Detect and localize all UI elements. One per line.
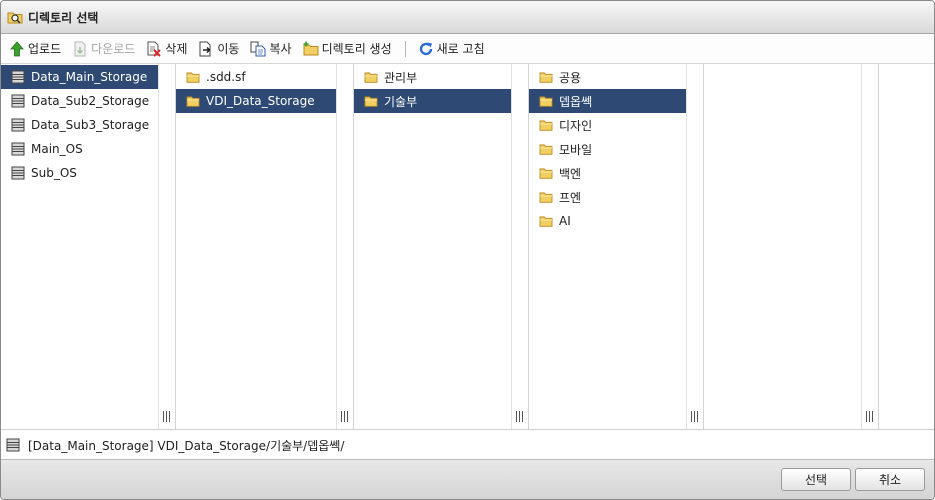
level4-column (704, 64, 879, 429)
level1-folder-list: .sdd.sf VDI_Data_Storage (176, 64, 337, 429)
create-directory-button[interactable]: 디렉토리 생성 (303, 40, 392, 57)
storage-icon (11, 118, 25, 132)
folder-item[interactable]: 뎁옵쎅 (529, 89, 687, 113)
refresh-button[interactable]: 새로 고침 (418, 40, 485, 57)
folder-item[interactable]: 기술부 (354, 89, 512, 113)
level1-column: .sdd.sf VDI_Data_Storage (176, 64, 354, 429)
folder-icon (186, 70, 200, 84)
storage-item[interactable]: Sub_OS (1, 161, 159, 185)
storage-icon (11, 94, 25, 108)
folder-label: 백엔 (559, 166, 582, 181)
folder-icon (539, 142, 553, 156)
folder-item[interactable]: 관리부 (354, 65, 512, 89)
refresh-label: 새로 고침 (436, 42, 485, 56)
toolbar: 업로드 다운로드 삭제 이동 복사 디렉토리 생성 새로 고침 (1, 34, 934, 64)
selected-path-bar: [Data_Main_Storage] VDI_Data_Storage/기술부… (1, 431, 934, 460)
storage-item[interactable]: Data_Main_Storage (1, 65, 159, 89)
storage-column: Data_Main_Storage Data_Sub2_Storage Data_S… (1, 64, 176, 429)
level5-column (879, 64, 934, 429)
dialog-title: 디렉토리 선택 (28, 10, 99, 25)
download-label: 다운로드 (91, 42, 136, 56)
column-browser: Data_Main_Storage Data_Sub2_Storage Data_S… (1, 64, 934, 430)
directory-select-dialog: 디렉토리 선택 업로드 다운로드 삭제 이동 복사 디렉토리 생성 새로 고침 … (0, 0, 935, 500)
folder-icon (539, 214, 553, 228)
copy-documents-icon (250, 41, 266, 57)
folder-label: .sdd.sf (206, 70, 246, 84)
upload-button[interactable]: 업로드 (9, 40, 61, 57)
folder-icon (539, 118, 553, 132)
dialog-footer: 선택 취소 (1, 460, 934, 499)
level3-column: 공용뎁옵쎅디자인모바일백엔프엔 AI (529, 64, 704, 429)
level3-folder-list: 공용뎁옵쎅디자인모바일백엔프엔 AI (529, 64, 687, 429)
download-icon (72, 41, 88, 57)
storage-item[interactable]: Data_Sub3_Storage (1, 113, 159, 137)
delete-button[interactable]: 삭제 (146, 40, 187, 57)
folder-item[interactable]: 공용 (529, 65, 687, 89)
refresh-icon (418, 41, 434, 57)
level5-folder-list (879, 64, 920, 429)
folder-icon (364, 70, 378, 84)
download-button[interactable]: 다운로드 (72, 40, 135, 57)
folder-icon (539, 166, 553, 180)
move-document-icon (198, 41, 214, 57)
folder-item[interactable]: AI (529, 209, 687, 233)
column-resize-handle[interactable] (861, 64, 878, 429)
folder-icon (186, 94, 200, 108)
storage-item[interactable]: Data_Sub2_Storage (1, 89, 159, 113)
column-resize-handle[interactable] (686, 64, 703, 429)
folder-search-icon (7, 9, 23, 25)
folder-label: 뎁옵쎅 (559, 94, 593, 109)
folder-label: 디자인 (559, 118, 593, 133)
storage-list: Data_Main_Storage Data_Sub2_Storage Data_S… (1, 64, 159, 429)
level4-folder-list (704, 64, 862, 429)
create-directory-label: 디렉토리 생성 (321, 42, 392, 56)
column-resize-handle[interactable] (336, 64, 353, 429)
folder-label: 모바일 (559, 142, 593, 157)
storage-icon (11, 166, 25, 180)
folder-label: VDI_Data_Storage (206, 94, 315, 108)
storage-label: Main_OS (31, 142, 83, 156)
copy-label: 복사 (269, 42, 292, 56)
level2-folder-list: 관리부기술부 (354, 64, 512, 429)
select-button[interactable]: 선택 (781, 468, 851, 491)
folder-label: 프엔 (559, 190, 582, 205)
storage-label: Sub_OS (31, 166, 77, 180)
title-bar: 디렉토리 선택 (1, 1, 934, 34)
folder-item[interactable]: .sdd.sf (176, 65, 337, 89)
folder-icon (539, 70, 553, 84)
folder-label: 기술부 (384, 94, 418, 109)
folder-label: AI (559, 214, 571, 228)
upload-arrow-icon (9, 40, 25, 57)
level2-column: 관리부기술부 (354, 64, 529, 429)
folder-icon (539, 94, 553, 108)
toolbar-separator (404, 40, 406, 57)
storage-icon (11, 142, 25, 156)
folder-item[interactable]: 프엔 (529, 185, 687, 209)
storage-label: Data_Sub2_Storage (31, 94, 150, 108)
folder-label: 공용 (559, 70, 582, 85)
storage-icon (6, 438, 20, 452)
copy-button[interactable]: 복사 (250, 40, 292, 57)
upload-label: 업로드 (28, 42, 62, 56)
storage-icon (11, 70, 25, 84)
folder-item[interactable]: VDI_Data_Storage (176, 89, 337, 113)
cancel-button[interactable]: 취소 (855, 468, 925, 491)
folder-label: 관리부 (384, 70, 418, 85)
move-button[interactable]: 이동 (198, 40, 239, 57)
storage-label: Data_Sub3_Storage (31, 118, 150, 132)
folder-item[interactable]: 모바일 (529, 137, 687, 161)
delete-label: 삭제 (165, 42, 188, 56)
column-resize-handle[interactable] (158, 64, 175, 429)
folder-icon (364, 94, 378, 108)
folder-item[interactable]: 백엔 (529, 161, 687, 185)
storage-label: Data_Main_Storage (31, 70, 148, 84)
delete-document-icon (146, 41, 162, 57)
new-folder-icon (303, 41, 319, 57)
storage-item[interactable]: Main_OS (1, 137, 159, 161)
folder-item[interactable]: 디자인 (529, 113, 687, 137)
selected-path-text: [Data_Main_Storage] VDI_Data_Storage/기술부… (28, 438, 345, 453)
move-label: 이동 (217, 42, 240, 56)
column-resize-handle[interactable] (511, 64, 528, 429)
folder-icon (539, 190, 553, 204)
